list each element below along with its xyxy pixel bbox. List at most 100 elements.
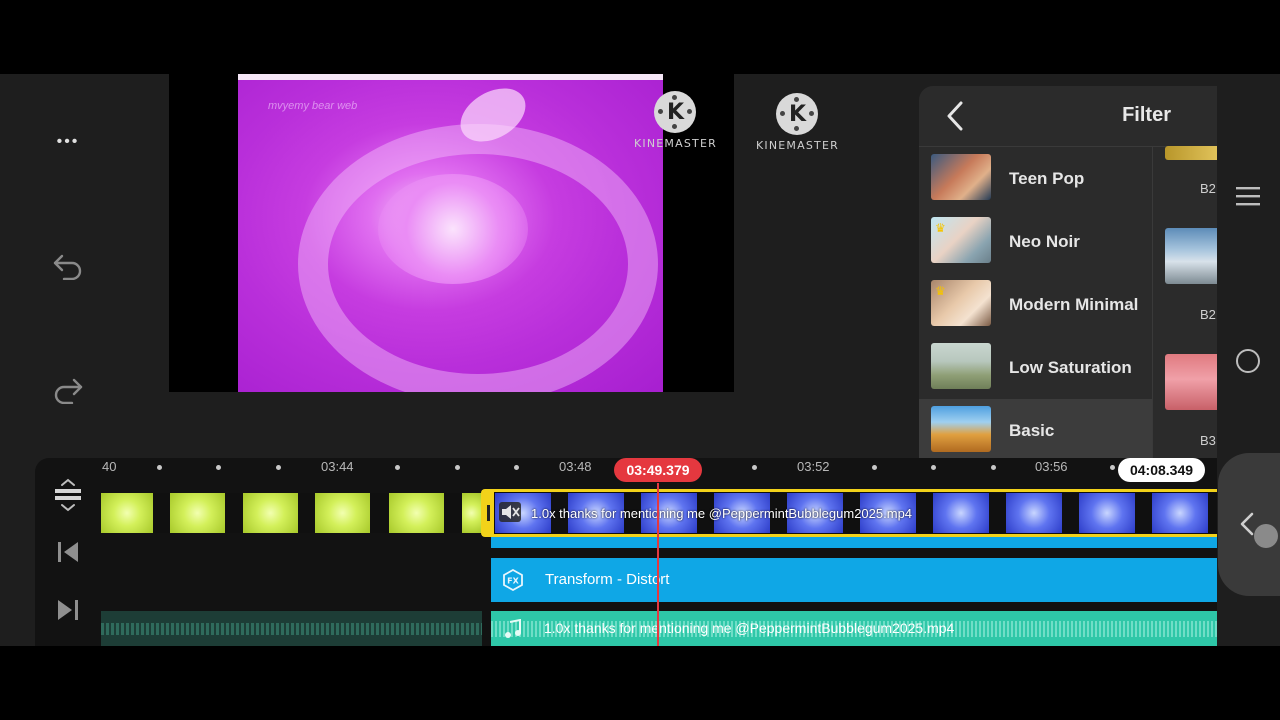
filter-item-low-saturation[interactable]: Low Saturation bbox=[919, 336, 1152, 399]
chevron-left-icon bbox=[947, 101, 963, 131]
more-options-button[interactable]: ••• bbox=[48, 122, 88, 162]
premium-crown-icon: ♛ bbox=[935, 284, 946, 298]
fx-icon: FX bbox=[503, 569, 523, 591]
filter-item-label: Low Saturation bbox=[1009, 358, 1132, 377]
sub-filter-label: B2 bbox=[1200, 181, 1216, 196]
music-note-icon bbox=[505, 619, 521, 638]
playhead-line[interactable] bbox=[657, 483, 659, 646]
drawer-knob[interactable] bbox=[1254, 524, 1278, 548]
clip-thumbnail bbox=[315, 493, 370, 533]
muted-speaker-icon[interactable] bbox=[499, 502, 521, 522]
filter-item-label: Teen Pop bbox=[1009, 169, 1085, 188]
ruler-tick bbox=[514, 465, 519, 470]
ruler-tick bbox=[931, 465, 936, 470]
ruler-tick bbox=[276, 465, 281, 470]
filter-item-label: Basic bbox=[1009, 421, 1055, 440]
playhead-time-badge[interactable]: 03:49.379 bbox=[614, 458, 702, 482]
ruler-label: 03:44 bbox=[321, 459, 354, 474]
sub-filter-label: B2 bbox=[1200, 307, 1216, 322]
back-button[interactable] bbox=[941, 100, 971, 132]
ruler-tick bbox=[455, 465, 460, 470]
ruler-tick bbox=[216, 465, 221, 470]
audio-clip-name: 1.0x thanks for mentioning me @Peppermin… bbox=[544, 620, 955, 636]
sub-filter-thumbnail[interactable] bbox=[1165, 354, 1217, 410]
filter-thumbnail: ♛ bbox=[931, 217, 991, 263]
undo-button[interactable] bbox=[48, 246, 88, 286]
filter-panel: Filter Teen Pop ♛ Neo Noir ♛ Modern Mini… bbox=[919, 86, 1217, 458]
filter-item-teen-pop[interactable]: Teen Pop bbox=[919, 147, 1152, 210]
clip-trim-handle[interactable] bbox=[484, 492, 494, 534]
kinemaster-watermark: K KINEMASTER bbox=[756, 93, 839, 152]
kinemaster-logo-icon: K bbox=[654, 91, 697, 133]
ruler-label: 03:56 bbox=[1035, 459, 1068, 474]
timeline-panel: 40 03:44 03:48 03:52 03:56 1.0x thanks f… bbox=[35, 458, 1217, 646]
kinemaster-logo-icon: K bbox=[776, 93, 819, 135]
ruler-tick bbox=[991, 465, 996, 470]
sub-filter-thumbnail[interactable] bbox=[1165, 228, 1217, 284]
kinemaster-text: KINEMASTER bbox=[756, 139, 839, 152]
ruler-tick bbox=[752, 465, 757, 470]
filter-thumbnail bbox=[931, 343, 991, 389]
filter-item-label: Neo Noir bbox=[1009, 232, 1080, 251]
clip-thumbnail bbox=[1079, 493, 1135, 533]
filter-header: Filter bbox=[919, 86, 1217, 147]
undo-icon bbox=[53, 254, 82, 280]
audio-waveform bbox=[101, 623, 482, 635]
filter-list: Teen Pop ♛ Neo Noir ♛ Modern Minimal Low… bbox=[919, 147, 1152, 458]
filter-item-basic[interactable]: Basic bbox=[919, 399, 1152, 458]
swirl-core bbox=[378, 174, 528, 284]
previous-audio-clip[interactable] bbox=[101, 611, 482, 646]
audio-clip[interactable]: 1.0x thanks for mentioning me @Peppermin… bbox=[491, 611, 1217, 646]
clip-thumbnail bbox=[933, 493, 989, 533]
premium-crown-icon: ♛ bbox=[935, 221, 946, 235]
effect-layer[interactable]: FX Transform - Distort bbox=[491, 558, 1217, 602]
ruler-label: 03:52 bbox=[797, 459, 830, 474]
ruler-tick bbox=[1110, 465, 1115, 470]
clip-thumbnail bbox=[1152, 493, 1208, 533]
clip-thumbnail bbox=[101, 493, 153, 533]
jump-to-end-button[interactable] bbox=[53, 595, 83, 625]
clip-thumbnail bbox=[243, 493, 298, 533]
clip-effect-bar bbox=[491, 537, 1217, 548]
filter-item-modern-minimal[interactable]: ♛ Modern Minimal bbox=[919, 273, 1152, 336]
more-icon: ••• bbox=[56, 133, 80, 150]
skip-back-icon bbox=[58, 542, 78, 562]
filter-thumbnail bbox=[931, 154, 991, 200]
jump-to-start-button[interactable] bbox=[53, 537, 83, 567]
filter-item-neo-noir[interactable]: ♛ Neo Noir bbox=[919, 210, 1152, 273]
clip-thumbnail bbox=[1006, 493, 1062, 533]
redo-icon bbox=[54, 378, 83, 404]
redo-button[interactable] bbox=[48, 370, 88, 410]
ruler-label: 40 bbox=[102, 459, 117, 474]
frame-top-band bbox=[238, 74, 663, 80]
sub-filter-label: B3 bbox=[1200, 433, 1216, 448]
kinemaster-text: KINEMASTER bbox=[634, 137, 717, 150]
video-clip-name: 1.0x thanks for mentioning me @Peppermin… bbox=[531, 506, 913, 521]
svg-text:FX: FX bbox=[507, 577, 519, 586]
filter-thumbnail: ♛ bbox=[931, 280, 991, 326]
side-drawer-handle[interactable] bbox=[1218, 453, 1280, 596]
filter-title: Filter bbox=[1122, 104, 1171, 126]
ruler-label: 03:48 bbox=[559, 459, 592, 474]
overlay-text: mvyemy bear web bbox=[268, 100, 358, 112]
effect-layer-label: Transform - Distort bbox=[545, 571, 670, 588]
skip-forward-icon bbox=[58, 600, 78, 620]
video-frame: mvyemy bear web bbox=[238, 74, 663, 392]
menu-button[interactable] bbox=[1234, 184, 1262, 213]
filter-item-label: Modern Minimal bbox=[1009, 295, 1139, 314]
expand-layers-icon bbox=[55, 478, 81, 512]
kinemaster-watermark: K KINEMASTER bbox=[634, 91, 717, 150]
filter-thumbnail bbox=[931, 406, 991, 452]
clip-thumbnail bbox=[170, 493, 225, 533]
ruler-tick bbox=[395, 465, 400, 470]
clip-thumbnail bbox=[462, 493, 481, 533]
project-duration-badge: 04:08.349 bbox=[1118, 458, 1205, 482]
ruler-tick bbox=[872, 465, 877, 470]
ruler-tick bbox=[157, 465, 162, 470]
sub-filter-thumbnail[interactable] bbox=[1165, 146, 1217, 160]
home-circle-icon[interactable] bbox=[1236, 349, 1260, 373]
menu-icon bbox=[1236, 187, 1260, 206]
timeline-expand-button[interactable] bbox=[53, 478, 83, 512]
filter-divider bbox=[1152, 147, 1153, 458]
clip-thumbnail bbox=[389, 493, 444, 533]
